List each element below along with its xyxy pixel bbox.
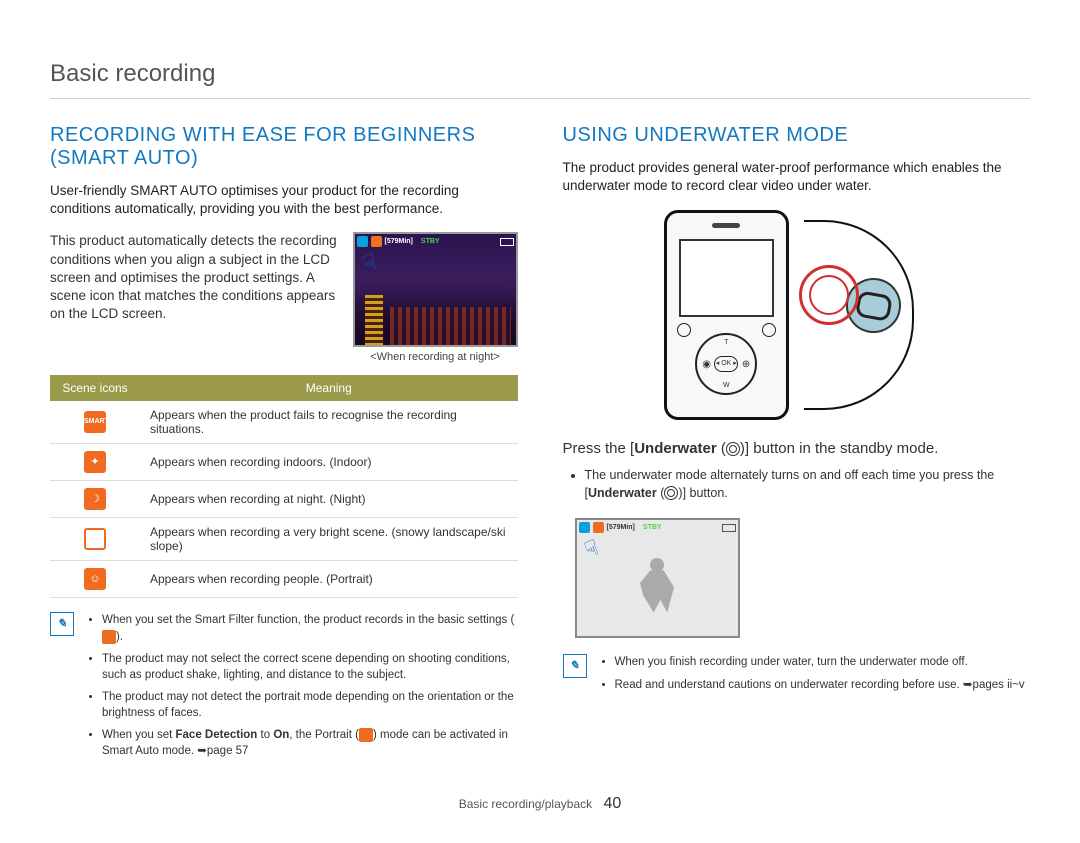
device-screen <box>679 239 774 317</box>
smart-auto-heading: RECORDING WITH EASE FOR BEGINNERS (SMART… <box>50 124 518 170</box>
auto-detect-block: This product automatically detects the r… <box>50 232 518 363</box>
portrait-icon: ☺ <box>84 568 106 590</box>
lcd-time: [579Min] <box>607 524 635 531</box>
table-row: Appears when recording a very bright sce… <box>50 518 518 561</box>
dpad-right-icon: ⊕ <box>742 359 750 370</box>
th-scene-icons: Scene icons <box>50 375 140 401</box>
underwater-heading: USING UNDERWATER MODE <box>563 124 1031 147</box>
lcd-stby: STBY <box>421 238 440 245</box>
underwater-lcd-screenshot: [579Min] STBY ☟ <box>575 518 740 638</box>
dpad-ring: T W ◉ ⊕ ◂ OK ▸ <box>695 333 757 395</box>
underwater-small-icon <box>357 236 368 247</box>
lcd-time: [579Min] <box>385 238 413 245</box>
press-instruction: Press the [Underwater ()] button in the … <box>563 440 1031 457</box>
note-badge-icon: ✎ <box>563 654 587 678</box>
swimmer-silhouette <box>632 558 682 618</box>
lcd-topbar: [579Min] STBY <box>357 236 514 247</box>
press-sub-bullets: The underwater mode alternately turns on… <box>563 467 1031 502</box>
footer-section: Basic recording/playback <box>459 797 592 811</box>
device-illustration: T W ◉ ⊕ ◂ OK ▸ <box>563 210 1031 420</box>
note-badge-icon: ✎ <box>50 612 74 636</box>
side-button-right <box>762 323 776 337</box>
dpad-w-label: W <box>723 382 730 389</box>
speaker-grille <box>712 223 740 228</box>
note-item: Read and understand cautions on underwat… <box>615 677 1025 693</box>
page-title: Basic recording <box>50 60 1030 99</box>
page-footer: Basic recording/playback 40 <box>50 795 1030 813</box>
portrait-inline-icon <box>359 728 373 742</box>
underwater-button-callout <box>814 210 929 420</box>
smart-icon: SMART <box>84 411 106 433</box>
touch-rings <box>799 265 859 325</box>
night-scene-icon <box>371 236 382 247</box>
touch-ring-inner <box>809 275 849 315</box>
bullet-item: The underwater mode alternately turns on… <box>585 467 1031 502</box>
table-cell-meaning: Appears when recording a very bright sce… <box>140 518 518 561</box>
table-cell-meaning: Appears when recording indoors. (Indoor) <box>140 444 518 481</box>
table-row: ✦ Appears when recording indoors. (Indoo… <box>50 444 518 481</box>
note-item: When you set the Smart Filter function, … <box>102 612 518 644</box>
left-notes: ✎ When you set the Smart Filter function… <box>50 612 518 765</box>
hand-cursor-icon: ☟ <box>580 535 601 564</box>
camcorder-device: T W ◉ ⊕ ◂ OK ▸ <box>664 210 789 420</box>
right-column: USING UNDERWATER MODE The product provid… <box>563 124 1031 765</box>
table-row: SMART Appears when the product fails to … <box>50 401 518 444</box>
content-columns: RECORDING WITH EASE FOR BEGINNERS (SMART… <box>50 124 1030 765</box>
lcd-figure-wrap: [579Min] STBY ☟ <When recording at night… <box>353 232 518 363</box>
lcd-caption: <When recording at night> <box>353 351 518 363</box>
auto-detect-text: This product automatically detects the r… <box>50 232 338 363</box>
underwater-intro: The product provides general water-proof… <box>563 159 1031 195</box>
scene-small-icon <box>593 522 604 533</box>
scene-icons-table: Scene icons Meaning SMART Appears when t… <box>50 375 518 598</box>
table-row: ☺ Appears when recording people. (Portra… <box>50 561 518 598</box>
note-item: When you set Face Detection to On, the P… <box>102 727 518 759</box>
left-column: RECORDING WITH EASE FOR BEGINNERS (SMART… <box>50 124 518 765</box>
lcd-stby: STBY <box>643 524 662 531</box>
underwater-small-icon <box>579 522 590 533</box>
underwater-inline-icon <box>726 442 740 456</box>
dpad-t-label: T <box>724 339 728 346</box>
city-skyline <box>355 290 516 345</box>
smart-auto-intro: User-friendly SMART AUTO optimises your … <box>50 182 518 218</box>
white-scene-icon <box>84 528 106 550</box>
right-notes: ✎ When you finish recording under water,… <box>563 654 1031 698</box>
table-cell-meaning: Appears when recording people. (Portrait… <box>140 561 518 598</box>
battery-icon <box>500 238 514 246</box>
side-button-left <box>677 323 691 337</box>
table-row: ☽ Appears when recording at night. (Nigh… <box>50 481 518 518</box>
page-number: 40 <box>603 795 621 812</box>
th-meaning: Meaning <box>140 375 518 401</box>
table-cell-meaning: Appears when the product fails to recogn… <box>140 401 518 444</box>
lcd-topbar: [579Min] STBY <box>579 522 736 533</box>
dpad-left-icon: ◉ <box>702 359 711 370</box>
night-icon: ☽ <box>84 488 106 510</box>
note-item: The product may not detect the portrait … <box>102 689 518 721</box>
hand-cursor-icon: ☟ <box>358 249 379 278</box>
underwater-inline-icon <box>664 486 678 500</box>
night-lcd-screenshot: [579Min] STBY ☟ <box>353 232 518 347</box>
ok-button: ◂ OK ▸ <box>714 356 738 372</box>
battery-icon <box>722 524 736 532</box>
note-item: When you finish recording under water, t… <box>615 654 1025 670</box>
note-item: The product may not select the correct s… <box>102 651 518 683</box>
table-cell-meaning: Appears when recording at night. (Night) <box>140 481 518 518</box>
smart-inline-icon <box>102 630 116 644</box>
indoor-icon: ✦ <box>84 451 106 473</box>
